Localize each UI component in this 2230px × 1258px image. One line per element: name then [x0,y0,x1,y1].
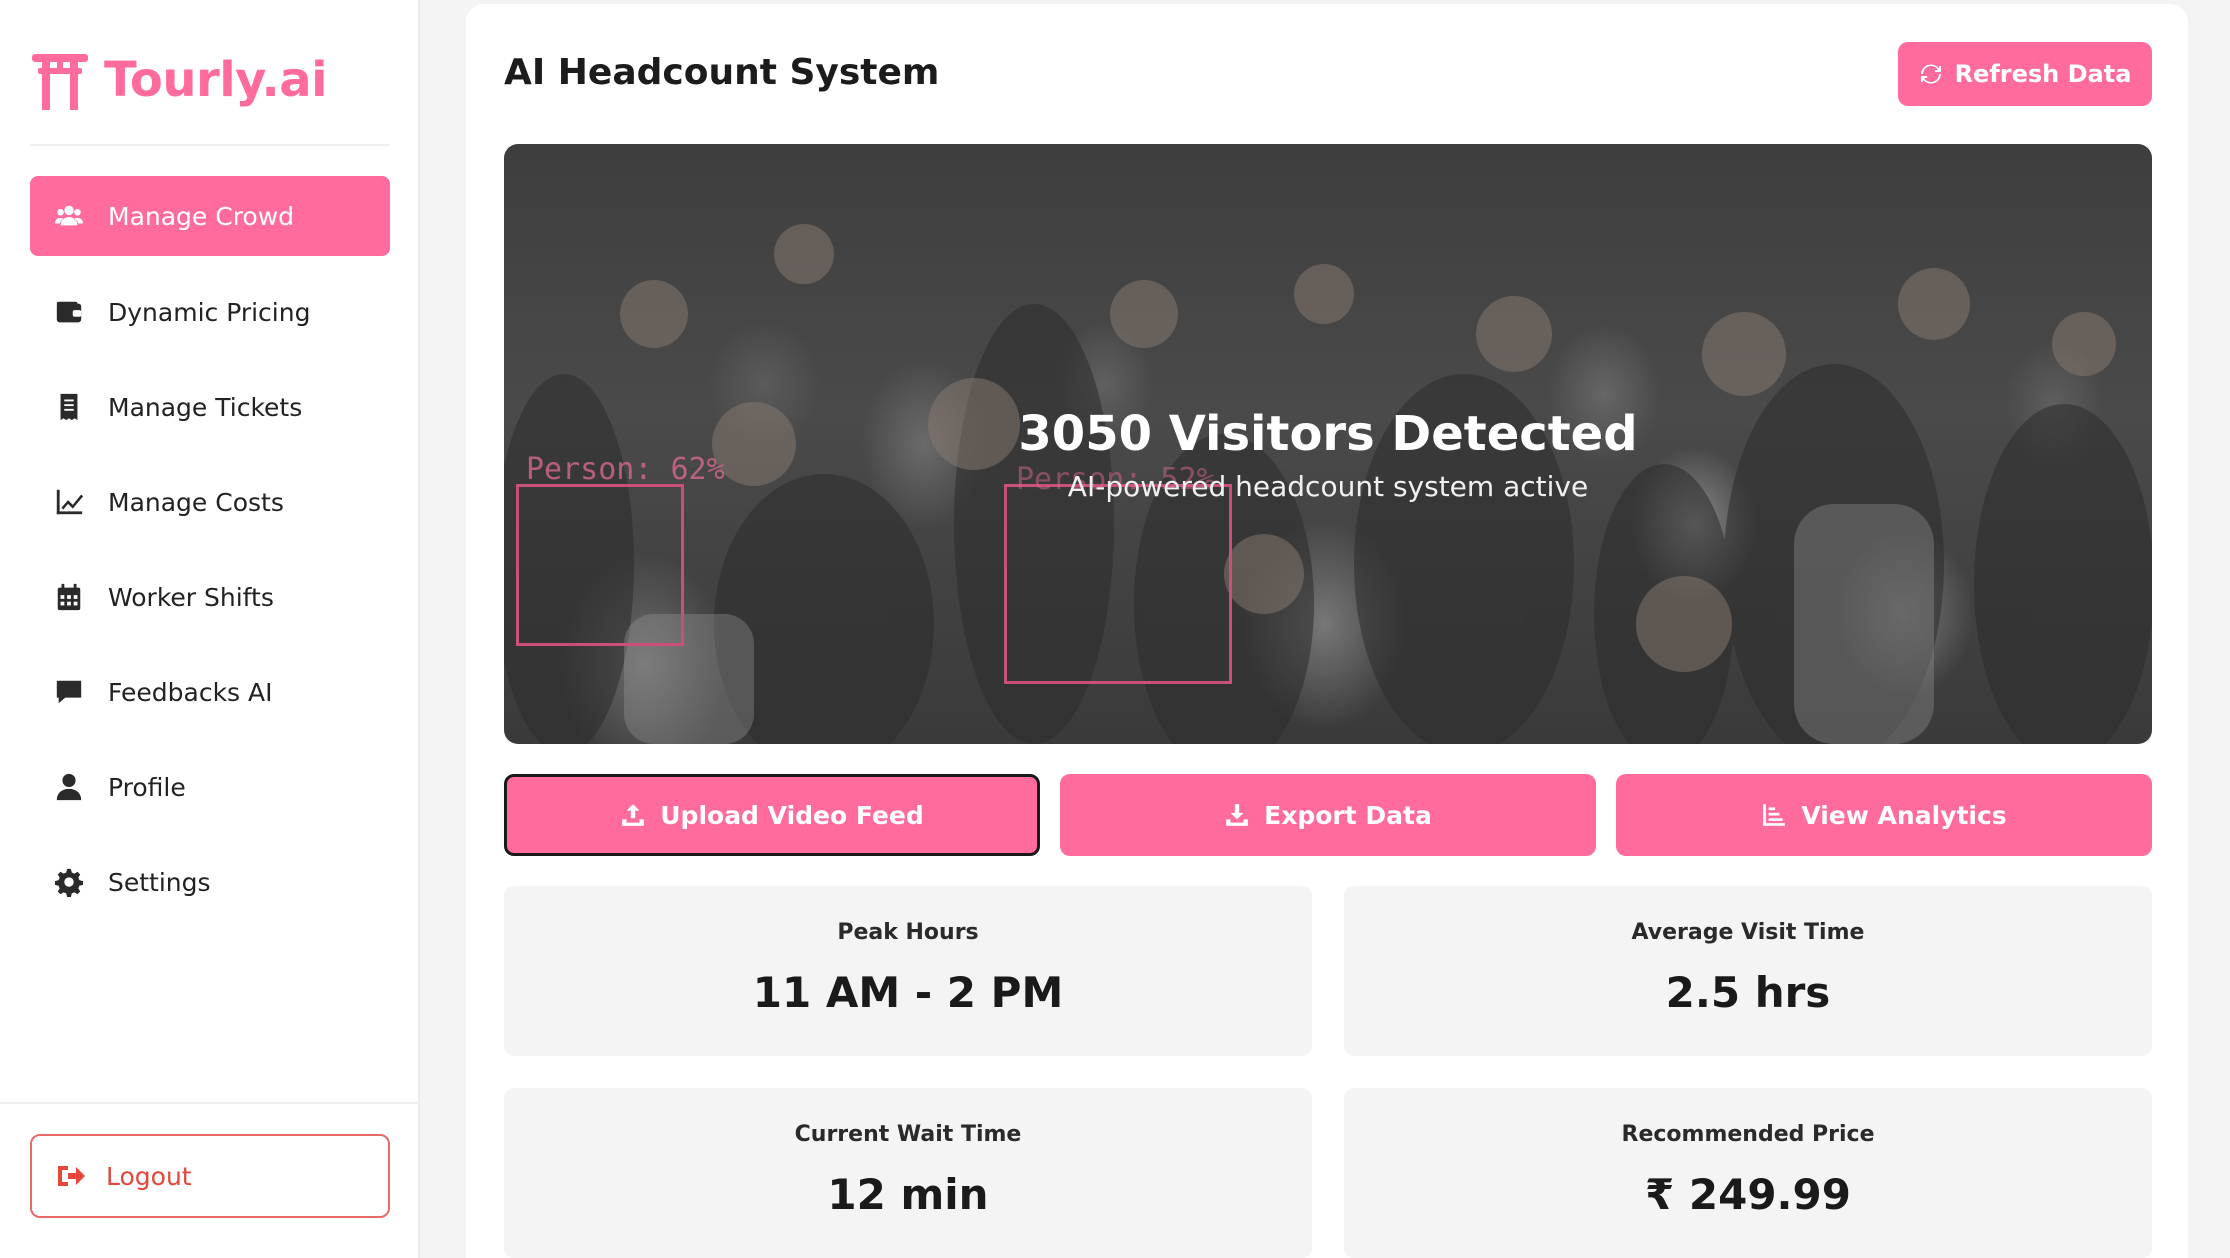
page-title: AI Headcount System [504,52,940,93]
stat-label: Average Visit Time [1631,920,1865,945]
stat-value: 2.5 hrs [1665,968,1831,1017]
main-panel: AI Headcount System Refresh Data Person:… [466,4,2188,1258]
sidebar-item-manage-tickets[interactable]: Manage Tickets [30,367,390,447]
receipt-icon [52,390,86,424]
divider [0,1102,420,1104]
view-analytics-label: View Analytics [1801,800,2007,830]
sidebar-item-label: Profile [108,772,186,802]
brand-name: Tourly.ai [104,52,328,108]
sidebar-item-label: Worker Shifts [108,582,274,612]
sidebar-item-label: Settings [108,867,211,897]
video-feed: Person: 62% Person: 52% 3050 Visitors De… [504,144,2152,744]
sidebar-item-manage-costs[interactable]: Manage Costs [30,462,390,542]
sidebar-item-label: Manage Crowd [108,201,295,231]
sidebar-item-label: Dynamic Pricing [108,297,311,327]
torii-gate-icon [32,54,88,110]
detection-box [1004,484,1232,684]
export-data-label: Export Data [1264,800,1432,830]
stat-value: ₹ 249.99 [1645,1170,1851,1219]
sidebar-item-label: Manage Costs [108,487,284,517]
sidebar-item-settings[interactable]: Settings [30,842,390,922]
gear-icon [52,865,86,899]
stat-card-peak-hours: Peak Hours 11 AM - 2 PM [504,886,1312,1056]
sidebar-item-feedbacks-ai[interactable]: Feedbacks AI [30,652,390,732]
sign-out-icon [54,1160,86,1192]
stat-label: Current Wait Time [794,1122,1022,1147]
line-chart-icon [52,485,86,519]
stat-label: Recommended Price [1621,1122,1875,1147]
logout-label: Logout [106,1161,192,1191]
sidebar: Tourly.ai Manage Crowd Dynamic Pricing M… [0,0,420,1258]
export-data-button[interactable]: Export Data [1060,774,1596,856]
calendar-icon [52,580,86,614]
stat-card-current-wait-time: Current Wait Time 12 min [504,1088,1312,1258]
visitors-detected-title: 3050 Visitors Detected [1018,406,1638,462]
user-icon [52,770,86,804]
bar-chart-icon [1763,804,1786,826]
refresh-icon [1920,64,1941,84]
sidebar-item-profile[interactable]: Profile [30,747,390,827]
users-icon [52,199,86,233]
logout-button[interactable]: Logout [30,1134,390,1218]
video-subtitle: AI-powered headcount system active [1067,470,1589,503]
stat-value: 12 min [827,1170,989,1219]
view-analytics-button[interactable]: View Analytics [1616,774,2152,856]
stat-value: 11 AM - 2 PM [752,968,1064,1017]
stat-label: Peak Hours [837,920,979,945]
sidebar-item-worker-shifts[interactable]: Worker Shifts [30,557,390,637]
comment-icon [52,675,86,709]
brand-logo[interactable]: Tourly.ai [30,44,328,116]
upload-icon [622,804,645,826]
download-icon [1226,804,1248,826]
sidebar-item-label: Manage Tickets [108,392,303,422]
divider [30,144,390,146]
stat-card-recommended-price: Recommended Price ₹ 249.99 [1344,1088,2152,1258]
sidebar-item-manage-crowd[interactable]: Manage Crowd [30,176,390,256]
stat-card-average-visit-time: Average Visit Time 2.5 hrs [1344,886,2152,1056]
refresh-data-label: Refresh Data [1954,60,2132,88]
upload-video-feed-label: Upload Video Feed [660,800,924,830]
upload-video-feed-button[interactable]: Upload Video Feed [504,774,1040,856]
sidebar-item-label: Feedbacks AI [108,677,273,707]
sidebar-item-dynamic-pricing[interactable]: Dynamic Pricing [30,272,390,352]
detection-box [516,484,684,646]
wallet-icon [52,295,86,329]
refresh-data-button[interactable]: Refresh Data [1898,42,2152,106]
